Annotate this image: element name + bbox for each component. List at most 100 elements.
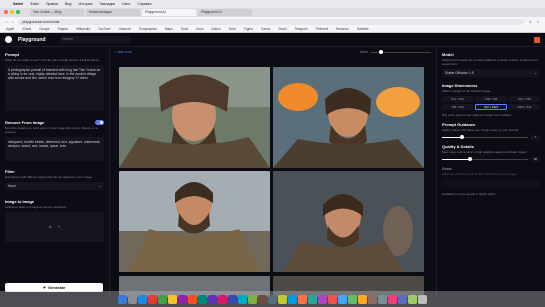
app-icon[interactable] bbox=[348, 294, 357, 304]
url-field[interactable]: playgroundai.com/create bbox=[18, 18, 524, 25]
filter-select[interactable]: None ⌄ bbox=[5, 182, 104, 190]
bookmark-item[interactable]: Canva bbox=[261, 27, 270, 31]
prompt-textarea[interactable]: A photographic portrait of bearded with … bbox=[5, 65, 104, 111]
app-icon[interactable] bbox=[218, 294, 227, 304]
messages-icon[interactable] bbox=[158, 294, 167, 304]
trash-icon[interactable] bbox=[418, 294, 427, 304]
finder-icon[interactable] bbox=[118, 294, 127, 304]
bookmark-item[interactable]: Яндекс bbox=[57, 27, 68, 31]
bookmark-item[interactable]: Apple bbox=[6, 27, 14, 31]
share-icon[interactable]: ⇪ bbox=[529, 20, 532, 24]
search-input[interactable]: Search bbox=[59, 36, 130, 43]
browser-tab[interactable]: Playground AI bbox=[198, 9, 252, 16]
app-icon[interactable] bbox=[308, 294, 317, 304]
zoom-window-button[interactable] bbox=[16, 10, 20, 14]
bookmark-item[interactable]: YouTube bbox=[98, 27, 111, 31]
app-icon[interactable] bbox=[288, 294, 297, 304]
dimension-option-selected[interactable]: 512 × 1024 bbox=[475, 104, 507, 110]
bookmark-item[interactable]: Docs bbox=[196, 27, 203, 31]
bookmark-item[interactable]: Tools bbox=[181, 27, 188, 31]
bookmark-item[interactable]: Behance bbox=[336, 27, 349, 31]
draw-icon[interactable]: ✎ bbox=[58, 225, 61, 229]
app-icon[interactable] bbox=[358, 294, 367, 304]
dimension-option[interactable]: 512 × 768 bbox=[508, 96, 540, 102]
model-select[interactable]: Stable Diffusion 1.5 ⌄ bbox=[442, 69, 540, 77]
menu-item[interactable]: Справка bbox=[137, 2, 151, 6]
bookmark-item[interactable]: Gmail bbox=[278, 27, 286, 31]
bookmark-item[interactable]: iCloud bbox=[22, 27, 31, 31]
app-icon[interactable] bbox=[378, 294, 387, 304]
dimension-option[interactable]: 768 × 768 bbox=[475, 96, 507, 102]
bookmark-item[interactable]: Drive bbox=[229, 27, 236, 31]
launchpad-icon[interactable] bbox=[128, 294, 137, 304]
guidance-value[interactable]: 7 bbox=[531, 135, 540, 140]
app-icon[interactable] bbox=[208, 294, 217, 304]
browser-tab[interactable]: Tom Cruise — Bing bbox=[30, 9, 84, 16]
podcasts-icon[interactable] bbox=[178, 294, 187, 304]
bookmark-item[interactable]: Figma bbox=[244, 27, 253, 31]
minimize-window-button[interactable] bbox=[10, 10, 14, 14]
bookmark-item[interactable]: Pinterest bbox=[316, 27, 329, 31]
browser-tab[interactable]: Новая вкладка bbox=[86, 9, 140, 16]
playground-logo-icon[interactable] bbox=[5, 36, 12, 43]
back-icon[interactable]: ‹ bbox=[6, 20, 7, 24]
menu-item[interactable]: Окно bbox=[122, 2, 130, 6]
add-more-link[interactable]: + add more bbox=[115, 50, 132, 54]
upload-icon[interactable]: ⊕ bbox=[49, 225, 52, 229]
quality-slider[interactable]: 50 bbox=[442, 157, 540, 162]
menu-item[interactable]: Файл bbox=[30, 2, 39, 6]
dimension-option[interactable]: 1024 × 512 bbox=[508, 104, 540, 110]
menu-item[interactable]: Safari bbox=[13, 2, 23, 6]
bookmark-item[interactable]: Telegram bbox=[295, 27, 308, 31]
bookmark-item[interactable]: Популярное bbox=[139, 27, 157, 31]
safari-icon[interactable] bbox=[138, 294, 147, 304]
forward-icon[interactable]: › bbox=[12, 20, 13, 24]
app-icon[interactable] bbox=[408, 294, 417, 304]
bookmark-item[interactable]: Dribbble bbox=[357, 27, 369, 31]
app-icon[interactable] bbox=[258, 294, 267, 304]
app-icon[interactable] bbox=[238, 294, 247, 304]
browser-tab-active[interactable]: Playground AI bbox=[142, 9, 196, 16]
dimension-option[interactable]: 512 × 512 bbox=[442, 96, 474, 102]
app-icon[interactable] bbox=[298, 294, 307, 304]
app-icon[interactable] bbox=[368, 294, 377, 304]
quality-value[interactable]: 50 bbox=[531, 157, 540, 162]
bookmark-item[interactable]: Wikipedia bbox=[76, 27, 90, 31]
negative-prompt-textarea[interactable]: disfigured, double heads, deformed, text… bbox=[5, 137, 104, 161]
app-icon[interactable] bbox=[318, 294, 327, 304]
image-upload-area[interactable]: ⊕ ✎ bbox=[5, 212, 104, 242]
app-icon[interactable] bbox=[278, 294, 287, 304]
generated-image[interactable] bbox=[273, 171, 424, 272]
bookmark-item[interactable]: Notion bbox=[211, 27, 220, 31]
app-icon[interactable] bbox=[268, 294, 277, 304]
notes-icon[interactable] bbox=[168, 294, 177, 304]
app-icon[interactable] bbox=[398, 294, 407, 304]
remove-toggle[interactable] bbox=[95, 120, 104, 125]
dimensions-heading: Image Dimensions bbox=[442, 83, 478, 88]
app-icon[interactable] bbox=[228, 294, 237, 304]
app-icon[interactable] bbox=[388, 294, 397, 304]
menu-item[interactable]: История bbox=[79, 2, 93, 6]
generated-image[interactable] bbox=[119, 171, 270, 272]
guidance-slider[interactable]: 7 bbox=[442, 135, 540, 140]
generated-image[interactable] bbox=[273, 67, 424, 168]
seed-input[interactable] bbox=[442, 179, 540, 187]
app-icon[interactable] bbox=[248, 294, 257, 304]
bookmark-item[interactable]: Новости bbox=[119, 27, 131, 31]
zoom-slider[interactable]: Zoom bbox=[360, 49, 431, 54]
new-tab-icon[interactable]: + bbox=[537, 20, 539, 24]
app-icon[interactable] bbox=[328, 294, 337, 304]
menu-item[interactable]: Закладки bbox=[99, 2, 115, 6]
bookmark-item[interactable]: Maps bbox=[165, 27, 173, 31]
facetime-icon[interactable] bbox=[198, 294, 207, 304]
generated-image[interactable] bbox=[119, 67, 270, 168]
menu-item[interactable]: Вид bbox=[65, 2, 72, 6]
app-icon[interactable] bbox=[338, 294, 347, 304]
close-window-button[interactable] bbox=[4, 10, 8, 14]
bookmark-item[interactable]: Google bbox=[39, 27, 49, 31]
calendar-icon[interactable] bbox=[148, 294, 157, 304]
music-icon[interactable] bbox=[188, 294, 197, 304]
menu-item[interactable]: Правка bbox=[46, 2, 58, 6]
menu-icon[interactable] bbox=[534, 36, 540, 43]
dimension-option[interactable]: 768 × 512 bbox=[442, 104, 474, 110]
